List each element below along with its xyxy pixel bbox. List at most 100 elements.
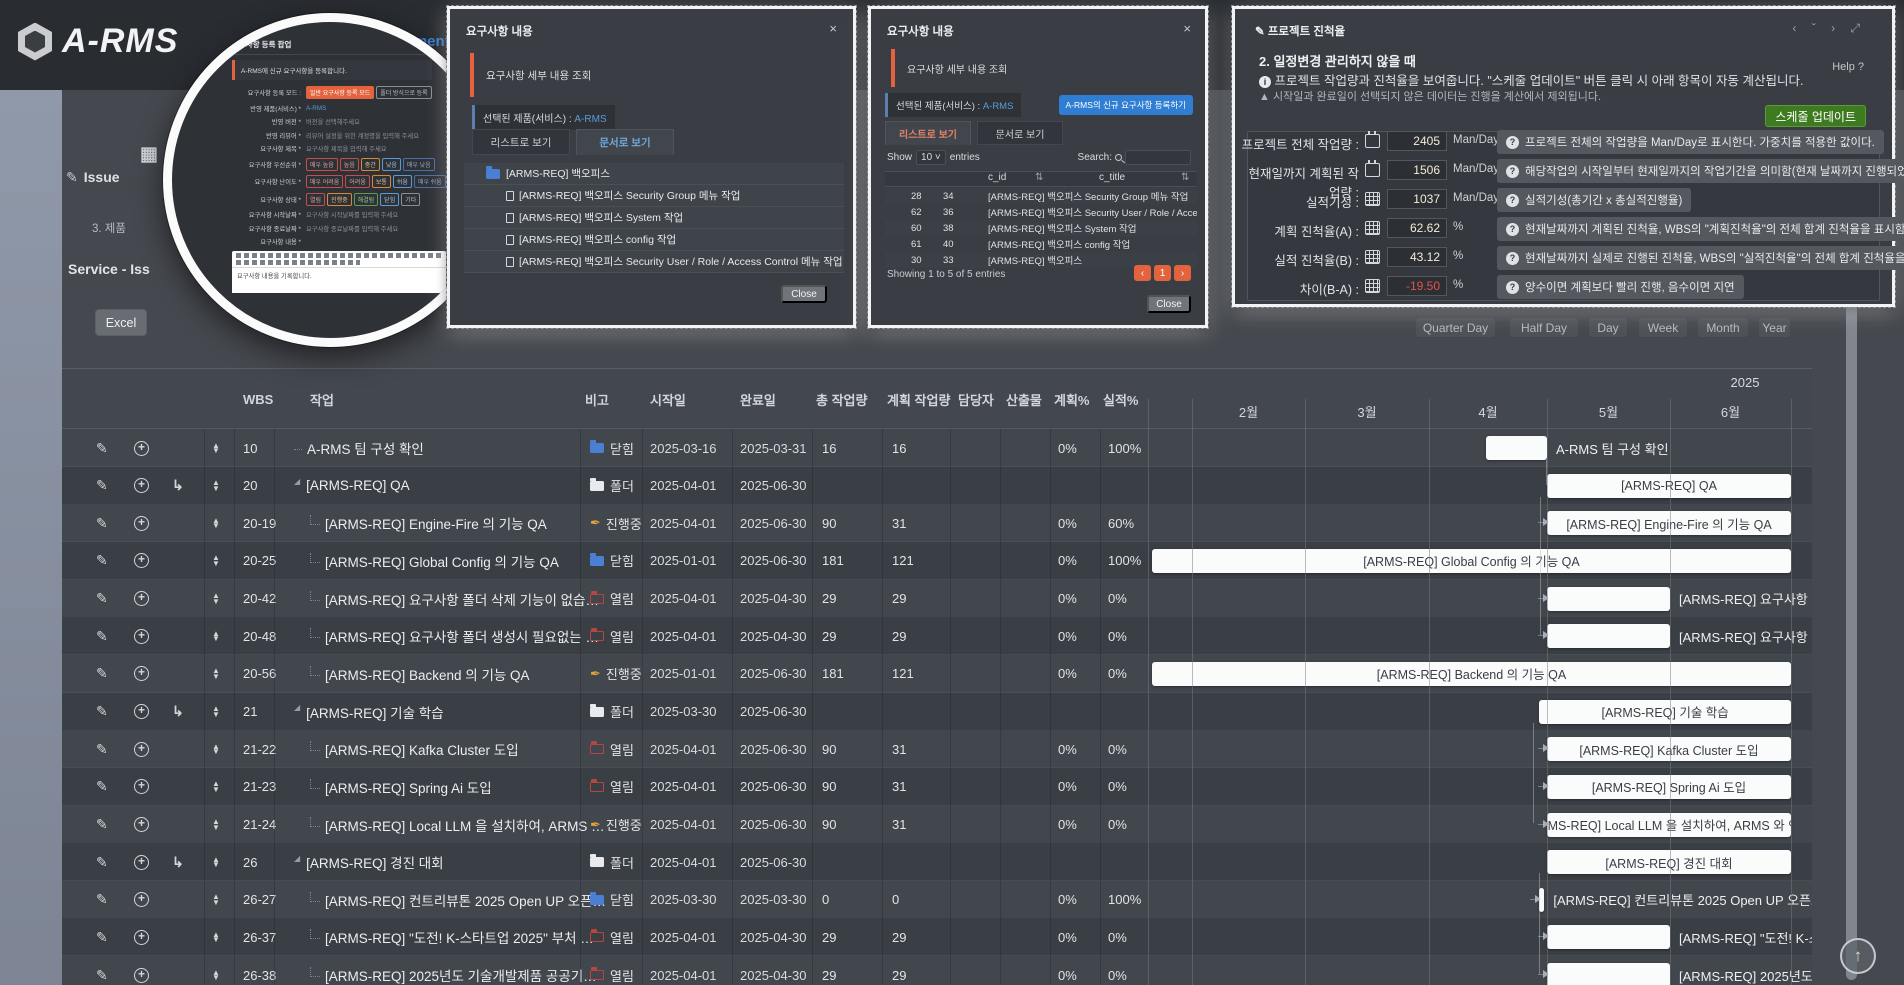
mini-badge[interactable]: 매우 낮음 [403,158,435,171]
tree-item[interactable]: [ARMS-REQ] 백오피스 System 작업 [464,207,844,229]
gantt-bar[interactable] [1547,624,1670,648]
edit-task-button[interactable]: ✎ [96,504,108,542]
help-link[interactable]: Help ? [1832,61,1864,73]
edit-task-button[interactable]: ✎ [96,542,108,580]
tree-item[interactable]: [ARMS-REQ] 백오피스 Security Group 메뉴 작업 [464,185,844,207]
add-task-button[interactable]: + [134,768,149,806]
app-logo[interactable]: A-RMS [18,22,178,61]
edit-task-button[interactable]: ✎ [96,730,108,768]
page-nav-button[interactable]: ‹ [1134,265,1151,281]
indent-task-button[interactable]: ↳ [172,843,184,881]
add-task-button[interactable]: + [134,467,149,505]
mini-badge[interactable]: 일반 요구사항 등록 모드 [306,86,374,99]
edit-task-button[interactable]: ✎ [96,918,108,956]
edit-task-button[interactable]: ✎ [96,655,108,693]
edit-task-button[interactable]: ✎ [96,768,108,806]
task-cell[interactable]: ◢[ARMS-REQ] QA [294,467,410,505]
task-cell[interactable]: [ARMS-REQ] Spring Ai 도입 [310,768,492,806]
gantt-bar[interactable]: [ARMS-REQ] Local LLM 을 설치하여, ARMS 와 연동 [1547,813,1791,837]
edit-task-button[interactable]: ✎ [96,467,108,505]
task-cell[interactable]: [ARMS-REQ] 2025년도 기술개발제품 공공기… [310,956,597,985]
add-task-button[interactable]: + [134,806,149,844]
excel-export-button[interactable]: Excel [95,309,147,336]
mini-field-value[interactable]: 리뷰어 설정을 위한 계정명을 입력해 주세요 [306,131,419,140]
add-task-button[interactable]: + [134,542,149,580]
close-icon[interactable]: × [1183,21,1191,36]
window-controls-icons[interactable]: ‹ ˇ › ⤢ [1792,21,1866,36]
mini-field-value[interactable]: 버전을 선택해주세요 [306,117,360,126]
schedule-update-button[interactable]: 스케줄 업데이트 [1765,105,1866,127]
edit-task-button[interactable]: ✎ [96,881,108,919]
page-number-button[interactable]: 1 [1154,265,1171,281]
indent-task-button[interactable]: ↳ [172,693,184,731]
mini-badge[interactable]: 낮음 [382,158,401,171]
add-task-button[interactable]: + [134,504,149,542]
task-cell[interactable]: [ARMS-REQ] Backend 의 기능 QA [310,655,530,693]
task-cell[interactable]: [ARMS-REQ] Engine-Fire 의 기능 QA [310,504,547,542]
task-cell[interactable]: [ARMS-REQ] Kafka Cluster 도입 [310,730,519,768]
column-header[interactable]: 계획 작업량 [887,369,950,429]
gantt-bar[interactable] [1547,587,1670,611]
gantt-zoom-button-quarter-day[interactable]: Quarter Day [1415,317,1496,338]
add-task-button[interactable]: + [134,617,149,655]
column-header[interactable]: 실적% [1103,369,1138,429]
reorder-handle[interactable]: ▲▼ [212,730,220,768]
reorder-handle[interactable]: ▲▼ [212,881,220,919]
add-task-button[interactable]: + [134,429,149,467]
column-header[interactable]: WBS [243,369,273,429]
page-nav-button[interactable]: › [1174,265,1191,281]
mini-badge[interactable]: 중간 [361,158,380,171]
reorder-handle[interactable]: ▲▼ [212,617,220,655]
mini-badge[interactable]: 진행중 [327,193,352,206]
close-button[interactable]: Close [1147,295,1191,313]
mini-badge[interactable]: 보통 [372,175,391,188]
gantt-bar[interactable] [1486,436,1547,460]
tree-item[interactable]: [ARMS-REQ] 백오피스 config 작업 [464,229,844,251]
register-requirement-button[interactable]: A-RMS의 신규 요구사항 등록하기 [1059,95,1194,115]
mini-badge[interactable]: 쉬움 [393,175,412,188]
gantt-bar[interactable]: [ARMS-REQ] QA [1547,474,1791,498]
requirement-list-row[interactable]: 2834[ARMS-REQ] 백오피스 Security Group 메뉴 작업 [885,188,1197,204]
gantt-bar[interactable]: [ARMS-REQ] Global Config 의 기능 QA [1152,549,1791,573]
close-icon[interactable]: × [829,21,837,36]
tree-item[interactable]: [ARMS-REQ] 백오피스 Security User / Role / A… [464,251,844,273]
reorder-handle[interactable]: ▲▼ [212,542,220,580]
edit-task-button[interactable]: ✎ [96,843,108,881]
add-task-button[interactable]: + [134,956,149,985]
requirement-list-row[interactable]: 6140[ARMS-REQ] 백오피스 config 작업 [885,236,1197,252]
add-task-button[interactable]: + [134,730,149,768]
column-header[interactable]: 완료일 [740,369,776,429]
reorder-handle[interactable]: ▲▼ [212,467,220,505]
mini-badge[interactable]: 열림 [306,193,325,206]
tab-doc-view[interactable]: 문서로 보기 [977,121,1063,145]
add-task-button[interactable]: + [134,843,149,881]
edit-task-button[interactable]: ✎ [96,580,108,618]
task-cell[interactable]: [ARMS-REQ] 요구사항 폴더 삭제 기능이 없습… [310,580,599,618]
tab-doc-view[interactable]: 문서로 보기 [576,129,674,155]
column-c-title[interactable]: c_title [1099,172,1125,183]
mini-badge[interactable]: 매우 높음 [306,158,338,171]
column-header[interactable]: 산출물 [1006,369,1042,429]
gantt-bar[interactable]: [ARMS-REQ] Backend 의 기능 QA [1152,662,1791,686]
mini-field-value[interactable]: 요구사항 시작날짜를 입력해 주세요 [306,210,398,219]
task-cell[interactable]: A-RMS 팀 구성 확인 [294,429,424,467]
page-size-select[interactable]: 10 ˅ [916,150,946,165]
edit-task-button[interactable]: ✎ [96,429,108,467]
tab-list-view[interactable]: 리스트로 보기 [885,121,971,145]
close-button[interactable]: Close [781,285,827,303]
mini-badge[interactable]: 폴더 방식으로 등록 [376,86,432,99]
task-cell[interactable]: ◢[ARMS-REQ] 기술 학습 [294,693,444,731]
requirement-list-row[interactable]: 6038[ARMS-REQ] 백오피스 System 작업 [885,220,1197,236]
mini-badge[interactable]: 닫힘 [380,193,399,206]
expander-icon[interactable]: ◢ [294,854,300,863]
reorder-handle[interactable]: ▲▼ [212,655,220,693]
column-header[interactable]: 총 작업량 [816,369,867,429]
sort-icon[interactable]: ⇅ [1181,172,1189,183]
gantt-bar[interactable]: [ARMS-REQ] 경진 대회 [1547,850,1791,874]
gantt-bar[interactable]: [ARMS-REQ] Spring Ai 도입 [1547,775,1791,799]
column-header[interactable]: 계획% [1054,369,1089,429]
add-task-button[interactable]: + [134,580,149,618]
gantt-bar[interactable] [1547,963,1670,985]
indent-task-button[interactable]: ↳ [172,467,184,505]
gantt-zoom-button-day[interactable]: Day [1588,317,1628,338]
